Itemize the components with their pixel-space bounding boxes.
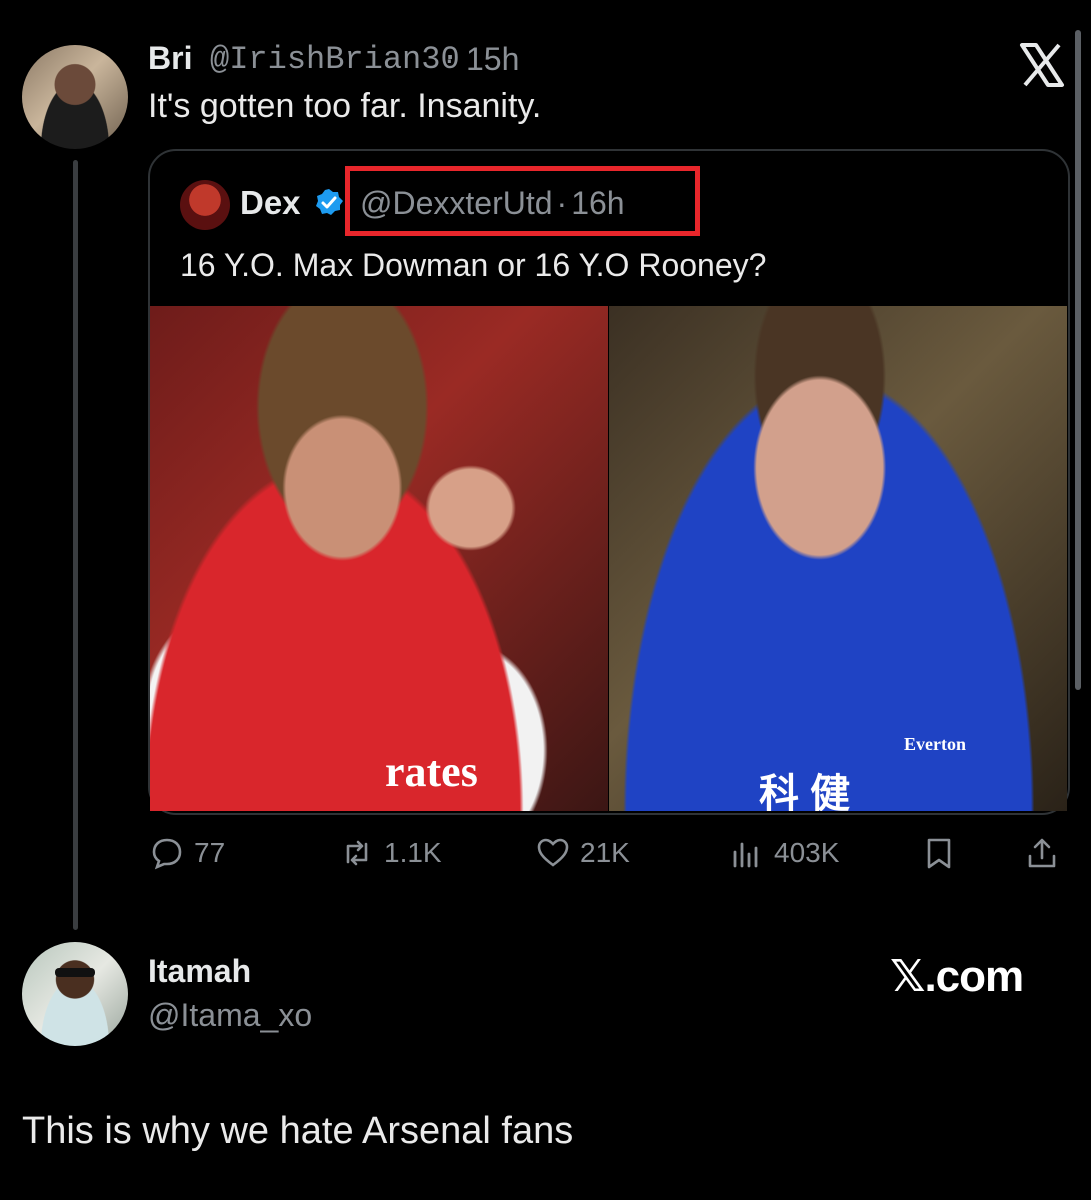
account-name[interactable]: Itamah (148, 953, 251, 990)
tweet-time[interactable]: 15h (466, 41, 519, 78)
repost-icon (346, 840, 368, 866)
tweet-author-handle[interactable]: @IrishBrian30 (210, 41, 460, 78)
share-icon (1028, 838, 1056, 868)
avatar-dex[interactable] (180, 180, 230, 230)
thread-line (73, 160, 78, 930)
photo-right-sponsor: 科 健 (759, 772, 851, 811)
photo-rooney[interactable]: Everton 科 健 (609, 306, 1067, 811)
tweet-text: It's gotten too far. Insanity. (148, 87, 542, 125)
site-watermark: 𝕏.com (890, 952, 1024, 1001)
repost-count: 1.1K (384, 837, 442, 868)
reply-icon (152, 838, 182, 870)
photo-right-brand: Everton (904, 734, 966, 754)
scrollbar[interactable] (1075, 30, 1081, 690)
x-logo-icon[interactable] (1017, 40, 1067, 90)
bookmark-icon (927, 838, 951, 869)
avatar-itamah[interactable] (22, 942, 128, 1046)
reply-count: 77 (194, 837, 226, 868)
avatar-bri[interactable] (22, 45, 128, 149)
like-button[interactable]: 21K (536, 836, 630, 870)
tweet-separator: · (444, 41, 455, 77)
sunglasses (55, 968, 95, 977)
like-count: 21K (580, 837, 630, 868)
like-icon (537, 838, 569, 867)
bookmark-button[interactable] (922, 836, 956, 870)
quoted-tweet-text: 16 Y.O. Max Dowman or 16 Y.O Rooney? (180, 247, 767, 283)
views-button[interactable]: 403K (730, 836, 839, 870)
account-handle[interactable]: @Itama_xo (148, 997, 312, 1034)
verified-badge-icon (316, 189, 343, 215)
quoted-author-name[interactable]: Dex (240, 184, 301, 222)
views-icon (733, 842, 758, 868)
highlight-box (345, 166, 700, 236)
photo-left-shirt-text: rates (385, 747, 478, 796)
photo-dowman[interactable]: rates (150, 306, 608, 811)
tweet-author-name[interactable]: Bri (148, 40, 192, 77)
caption-text: This is why we hate Arsenal fans (22, 1110, 574, 1152)
repost-button[interactable]: 1.1K (340, 836, 442, 870)
share-button[interactable] (1025, 836, 1059, 870)
reply-button[interactable]: 77 (150, 836, 225, 870)
views-count: 403K (774, 837, 840, 868)
